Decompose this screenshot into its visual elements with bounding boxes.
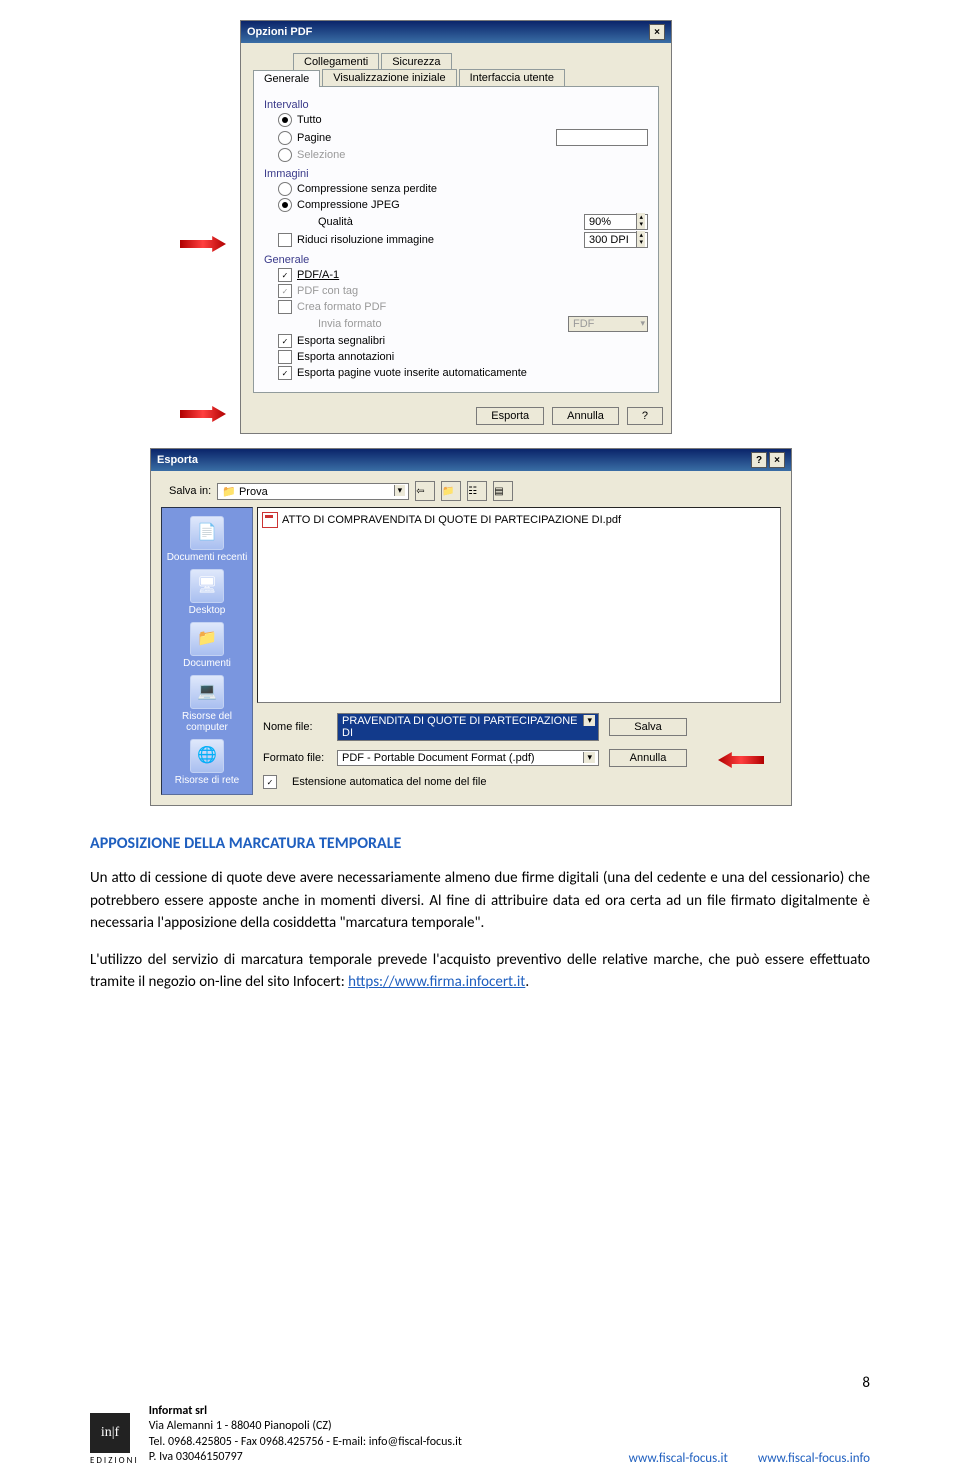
label-annot: Esporta annotazioni xyxy=(297,351,394,363)
article-heading: APPOSIZIONE DELLA MARCATURA TEMPORALE xyxy=(90,834,870,853)
footer-piva: P. Iva 03046150797 xyxy=(149,1450,462,1466)
checkbox-annot[interactable] xyxy=(278,350,292,364)
article-paragraph: L'utilizzo del servizio di marcatura tem… xyxy=(90,949,870,994)
radio-jpeg[interactable] xyxy=(278,198,292,212)
filename-input[interactable]: PRAVENDITA DI QUOTE DI PARTECIPAZIONE DI xyxy=(337,713,599,741)
label-inviaform: Invia formato xyxy=(318,318,382,330)
file-item[interactable]: ATTO DI COMPRAVENDITA DI QUOTE DI PARTEC… xyxy=(262,512,776,528)
label-selezione: Selezione xyxy=(297,149,345,161)
footer-site1[interactable]: www.fiscal-focus.it xyxy=(629,1451,728,1466)
place-desktop[interactable]: 🖥Desktop xyxy=(189,569,226,616)
places-sidebar: 📄Documenti recenti 🖥Desktop 📁Documenti 💻… xyxy=(161,507,253,795)
view-list-icon[interactable]: ☷ xyxy=(467,481,487,501)
dialog-titlebar: Esporta ? × xyxy=(151,449,791,471)
dialog-title: Opzioni PDF xyxy=(247,26,312,38)
radio-selezione xyxy=(278,148,292,162)
tab-interfaccia[interactable]: Interfaccia utente xyxy=(459,69,565,86)
dialog-titlebar: Opzioni PDF × xyxy=(241,21,671,43)
infocert-link[interactable]: https://www.firma.infocert.it xyxy=(348,973,525,991)
radio-lossless[interactable] xyxy=(278,182,292,196)
label-emptypages: Esporta pagine vuote inserite automatica… xyxy=(297,367,527,379)
label-savein: Salva in: xyxy=(169,485,211,497)
pdf-icon xyxy=(262,512,278,528)
save-button[interactable]: Salva xyxy=(609,718,687,736)
view-details-icon[interactable]: ▤ xyxy=(493,481,513,501)
checkbox-autoext[interactable]: ✓ xyxy=(263,775,277,789)
footer-site2[interactable]: www.fiscal-focus.info xyxy=(758,1451,870,1466)
pdf-options-dialog: Opzioni PDF × Collegamenti Sicurezza Gen… xyxy=(240,20,672,434)
close-icon[interactable]: × xyxy=(649,24,665,40)
arrow-indicator xyxy=(180,236,226,252)
tab-generale[interactable]: Generale xyxy=(253,70,320,87)
article-paragraph: Un atto di cessione di quote deve avere … xyxy=(90,867,870,935)
export-button[interactable]: Esporta xyxy=(476,407,544,425)
label-pdftag: PDF con tag xyxy=(297,285,358,297)
checkbox-emptypages[interactable]: ✓ xyxy=(278,366,292,380)
help-icon[interactable]: ? xyxy=(751,452,767,468)
place-computer[interactable]: 💻Risorse del computer xyxy=(162,675,252,733)
label-jpeg: Compressione JPEG xyxy=(297,199,400,211)
tab-visualizzazione[interactable]: Visualizzazione iniziale xyxy=(322,69,456,86)
dialog-title: Esporta xyxy=(157,454,198,466)
label-segnalibri: Esporta segnalibri xyxy=(297,335,385,347)
footer-address: Via Alemanni 1 - 88040 Pianopoli (CZ) xyxy=(149,1419,462,1435)
group-generale: Generale xyxy=(264,254,648,266)
close-icon[interactable]: × xyxy=(769,452,785,468)
place-network[interactable]: 🌐Risorse di rete xyxy=(175,739,239,786)
checkbox-segnalibri[interactable]: ✓ xyxy=(278,334,292,348)
dpi-spinner[interactable]: 300 DPI xyxy=(584,232,648,248)
place-documents[interactable]: 📁Documenti xyxy=(183,622,231,669)
label-nomefile: Nome file: xyxy=(263,721,327,733)
tab-sicurezza[interactable]: Sicurezza xyxy=(381,53,451,70)
checkbox-riduci[interactable] xyxy=(278,233,292,247)
cancel-button[interactable]: Annulla xyxy=(552,407,619,425)
group-intervallo: Intervallo xyxy=(264,99,648,111)
label-tutto: Tutto xyxy=(297,114,322,126)
page-number: 8 xyxy=(862,1374,870,1392)
page-footer: in|f EDIZIONI Informat srl Via Alemanni … xyxy=(0,1404,960,1466)
cancel-button[interactable]: Annulla xyxy=(609,749,687,767)
tab-collegamenti[interactable]: Collegamenti xyxy=(293,53,379,70)
footer-contact: Tel. 0968.425805 - Fax 0968.425756 - E-m… xyxy=(149,1435,462,1451)
brand-sub: EDIZIONI xyxy=(90,1455,139,1466)
footer-company: Informat srl xyxy=(149,1404,462,1420)
file-list[interactable]: ATTO DI COMPRAVENDITA DI QUOTE DI PARTEC… xyxy=(257,507,781,703)
label-formatofile: Formato file: xyxy=(263,752,327,764)
export-save-dialog: Esporta ? × Salva in: 📁 Prova ⇦ 📁 ☷ ▤ 📄D… xyxy=(150,448,792,806)
label-pdfa: PDF/A-1 xyxy=(297,269,339,281)
checkbox-pdftag: ✓ xyxy=(278,284,292,298)
label-riduci: Riduci risoluzione immagine xyxy=(297,234,434,246)
new-folder-icon[interactable]: 📁 xyxy=(441,481,461,501)
label-pagine: Pagine xyxy=(297,132,331,144)
checkbox-creaform xyxy=(278,300,292,314)
group-immagini: Immagini xyxy=(264,168,648,180)
label-creaform: Crea formato PDF xyxy=(297,301,386,313)
arrow-indicator xyxy=(180,406,226,422)
brand-logo: in|f xyxy=(90,1413,130,1453)
radio-pagine[interactable] xyxy=(278,131,292,145)
filetype-combo[interactable]: PDF - Portable Document Format (.pdf) xyxy=(337,750,599,766)
dialog-button-row: Esporta Annulla ? xyxy=(241,399,671,433)
checkbox-pdfa[interactable]: ✓ xyxy=(278,268,292,282)
help-button[interactable]: ? xyxy=(627,407,663,425)
folder-combo[interactable]: 📁 Prova xyxy=(217,483,409,500)
quality-spinner[interactable]: 90% xyxy=(584,214,648,230)
format-combo: FDF xyxy=(568,316,648,332)
radio-tutto[interactable] xyxy=(278,113,292,127)
pages-input[interactable] xyxy=(556,129,648,146)
label-lossless: Compressione senza perdite xyxy=(297,183,437,195)
label-autoext: Estensione automatica del nome del file xyxy=(292,776,486,788)
place-recent[interactable]: 📄Documenti recenti xyxy=(167,516,248,563)
up-folder-icon[interactable]: ⇦ xyxy=(415,481,435,501)
label-qualita: Qualità xyxy=(318,216,353,228)
tab-panel: Intervallo Tutto Pagine Selezione Immagi… xyxy=(253,86,659,393)
